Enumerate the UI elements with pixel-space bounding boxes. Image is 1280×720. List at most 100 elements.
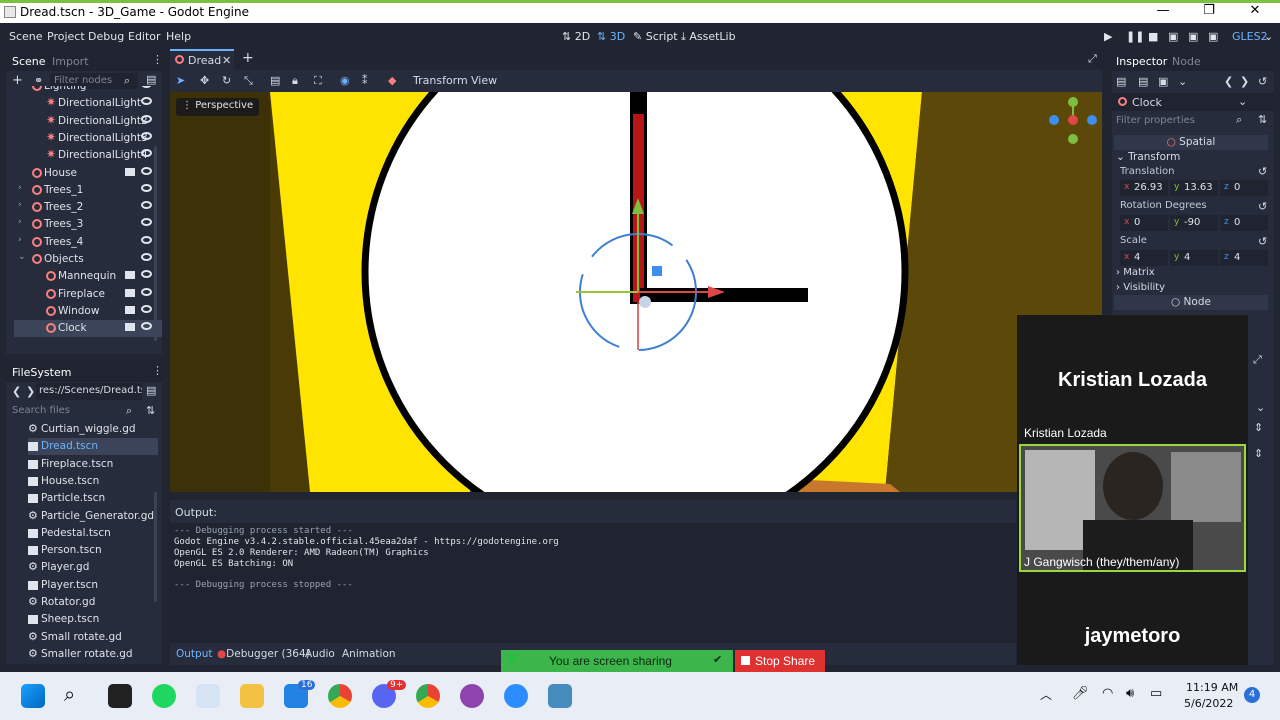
remote-icon[interactable]: ▣ bbox=[1208, 30, 1218, 43]
add-tab-icon[interactable]: + bbox=[242, 50, 254, 66]
forward-icon[interactable]: ❯ bbox=[26, 385, 35, 398]
scene-node-clock[interactable]: Clock bbox=[14, 320, 162, 338]
tab-output[interactable]: Output bbox=[176, 648, 212, 660]
tab-inspector[interactable]: Inspector bbox=[1116, 55, 1167, 68]
resource-menu-icon[interactable]: ⌄ bbox=[1178, 75, 1187, 88]
scene-node-trees-3[interactable]: › Trees_3 bbox=[14, 216, 162, 233]
file-item[interactable]: Sheep.tscn bbox=[28, 611, 158, 628]
file-item[interactable]: ⚙ Particle_Generator.gd bbox=[28, 508, 158, 525]
restore-button[interactable]: ❐ bbox=[1194, 3, 1224, 18]
property-menu-icon[interactable]: ⇅ bbox=[1258, 113, 1267, 126]
video-tile[interactable]: J Gangwisch (they/them/any) bbox=[1019, 444, 1246, 572]
scene-node-objects[interactable]: ⌄ Objects bbox=[14, 251, 162, 268]
notification-count[interactable]: 4 bbox=[1244, 687, 1260, 703]
section-node[interactable]: ○ Node bbox=[1114, 295, 1268, 310]
filter-properties-input[interactable]: Filter properties bbox=[1112, 113, 1252, 129]
participant-tile[interactable]: jaymetoro bbox=[1017, 585, 1248, 665]
visibility-eye-icon[interactable] bbox=[141, 149, 152, 158]
file-explorer-icon[interactable] bbox=[240, 684, 264, 708]
translation-x-field[interactable]: x 26.93 bbox=[1120, 180, 1168, 196]
expand-arrow-icon[interactable]: ⌄ bbox=[18, 86, 26, 89]
visibility-eye-icon[interactable] bbox=[141, 287, 152, 296]
rotate-tool-icon[interactable]: ↻ bbox=[222, 74, 231, 87]
chevron-up-icon[interactable]: ︿ bbox=[1040, 686, 1052, 703]
perspective-menu[interactable]: ⋮ Perspective bbox=[176, 98, 260, 116]
scene-node-directionallight4[interactable]: ✷ DirectionalLight4 bbox=[14, 147, 162, 164]
translation-z-field[interactable]: z0 bbox=[1220, 180, 1268, 196]
scene-node-fireplace[interactable]: Fireplace bbox=[14, 286, 162, 303]
file-item[interactable]: Fireplace.tscn bbox=[28, 456, 158, 473]
mode-3d-button[interactable]: ⇅ 3D bbox=[597, 30, 625, 43]
play-custom-icon[interactable]: ▣ bbox=[1188, 30, 1198, 43]
close-button[interactable]: ✕ bbox=[1240, 3, 1270, 18]
view-menu[interactable]: View bbox=[471, 74, 497, 87]
close-tab-icon[interactable]: ✕ bbox=[222, 54, 231, 67]
renderer-dropdown-icon[interactable]: ⌄ bbox=[1264, 30, 1273, 43]
dock-menu-icon[interactable]: ⋮ bbox=[152, 364, 163, 377]
section-transform[interactable]: ⌄ Transform bbox=[1116, 151, 1180, 163]
expand-arrow-icon[interactable]: ⌄ bbox=[18, 252, 26, 262]
visibility-eye-icon[interactable] bbox=[141, 86, 152, 88]
chrome-icon[interactable] bbox=[328, 684, 352, 708]
file-item[interactable]: Particle.tscn bbox=[28, 490, 158, 507]
scale-tool-icon[interactable]: ⤡ bbox=[244, 74, 253, 88]
tab-audio[interactable]: Audio bbox=[305, 648, 335, 660]
file-item[interactable]: ⚙ Rotator.gd bbox=[28, 594, 158, 611]
file-item[interactable]: Dread.tscn bbox=[28, 438, 158, 456]
expand-arrow-icon[interactable]: › bbox=[18, 217, 22, 227]
file-item[interactable]: ⚙ Small rotate.gd bbox=[28, 629, 158, 646]
transform-menu[interactable]: Transform bbox=[413, 74, 468, 87]
file-item[interactable]: ⚙ Curtian_wiggle.gd bbox=[28, 421, 158, 438]
group-icon[interactable]: ⛶ bbox=[314, 74, 322, 88]
visibility-eye-icon[interactable] bbox=[141, 131, 152, 140]
visibility-eye-icon[interactable] bbox=[141, 253, 152, 261]
scene-node-trees-4[interactable]: › Trees_4 bbox=[14, 234, 162, 251]
speaker-tile[interactable]: Kristian Lozada Kristian Lozada bbox=[1017, 315, 1248, 440]
film-icon[interactable] bbox=[125, 288, 135, 297]
file-item[interactable]: ⚙ Player.gd bbox=[28, 559, 158, 576]
section-spatial[interactable]: ○ Spatial bbox=[1114, 135, 1268, 150]
mode-assetlib-button[interactable]: ⤓ AssetLib bbox=[681, 30, 736, 44]
visibility-eye-icon[interactable] bbox=[141, 304, 152, 313]
play-scene-icon[interactable]: ▣ bbox=[1168, 30, 1178, 43]
rotation-y-field[interactable]: y -90 bbox=[1170, 215, 1218, 231]
section-matrix[interactable]: › Matrix bbox=[1116, 267, 1155, 278]
play-icon[interactable]: ▶ bbox=[1104, 30, 1112, 43]
output-log[interactable]: --- Debugging process started --- Godot … bbox=[170, 523, 1016, 643]
scale-x-field[interactable]: x4 bbox=[1120, 250, 1168, 266]
history-icon[interactable]: ↺ bbox=[1258, 75, 1267, 88]
mode-script-button[interactable]: ✎ Script bbox=[633, 30, 678, 43]
distraction-free-icon[interactable]: ⤢ bbox=[1088, 52, 1097, 66]
select-tool-icon[interactable]: ➤ bbox=[176, 74, 185, 87]
stop-share-button[interactable]: Stop Share bbox=[735, 650, 825, 672]
stepper-icon[interactable]: ⇕ bbox=[1254, 447, 1263, 460]
scene-node-directionallight[interactable]: ✷ DirectionalLight bbox=[14, 95, 162, 112]
list-select-icon[interactable]: ▤ bbox=[270, 74, 280, 87]
path-field[interactable]: res://Scenes/Dread.ts bbox=[36, 383, 142, 400]
file-item[interactable]: ⚙ Smaller rotate.gd bbox=[28, 646, 158, 663]
pause-icon[interactable]: ❚❚ bbox=[1126, 30, 1144, 43]
start-icon[interactable] bbox=[21, 684, 45, 708]
local-space-icon[interactable]: ◉ bbox=[340, 74, 350, 87]
scene-node-directionallight3[interactable]: ✷ DirectionalLight3 bbox=[14, 130, 162, 147]
visibility-eye-icon[interactable] bbox=[141, 322, 152, 331]
history-back-icon[interactable]: ❮ bbox=[1224, 75, 1233, 88]
dock-menu-icon[interactable]: ⋮ bbox=[152, 53, 163, 66]
visibility-eye-icon[interactable] bbox=[141, 166, 152, 175]
minimize-button[interactable]: — bbox=[1148, 3, 1178, 18]
microphone-icon[interactable]: 🎤︎ bbox=[1072, 686, 1089, 701]
visibility-eye-icon[interactable] bbox=[141, 97, 152, 106]
chevron-down-icon[interactable]: ⌄ bbox=[1256, 401, 1265, 414]
task-view-icon[interactable] bbox=[108, 684, 132, 708]
revert-icon[interactable]: ↺ bbox=[1258, 235, 1267, 248]
file-item[interactable]: House.tscn bbox=[28, 473, 158, 490]
scale-y-field[interactable]: y4 bbox=[1170, 250, 1218, 266]
scene-node-lighting[interactable]: ⌄ Lighting bbox=[14, 86, 162, 95]
expand-arrow-icon[interactable]: › bbox=[18, 200, 22, 210]
node-selector[interactable]: Clock ⌄ bbox=[1112, 93, 1274, 111]
lock-icon[interactable]: 🔒︎ bbox=[292, 74, 298, 88]
menu-help[interactable]: Help bbox=[166, 30, 191, 43]
chrome-profile-icon[interactable] bbox=[416, 684, 440, 708]
preview-camera-icon[interactable]: ◆ bbox=[388, 74, 396, 87]
translation-y-field[interactable]: y 13.63 bbox=[1170, 180, 1218, 196]
